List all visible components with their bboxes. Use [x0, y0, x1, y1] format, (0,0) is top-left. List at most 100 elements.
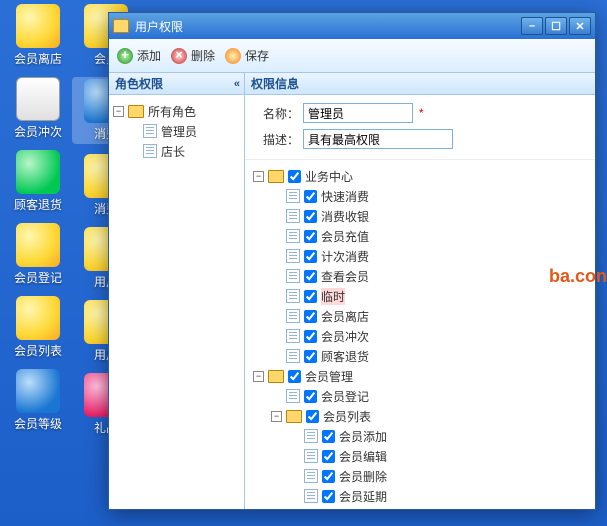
titlebar[interactable]: 用户权限 – ☐ ✕ [109, 13, 595, 39]
permissions-form: 名称： * 描述： [245, 95, 595, 160]
perm-checkbox[interactable] [288, 370, 301, 383]
collapse-icon[interactable]: « [234, 78, 238, 90]
app-icon [16, 77, 60, 121]
perm-label: 会员充值 [321, 228, 369, 245]
name-label: 名称： [255, 105, 299, 122]
perm-node[interactable]: 会员编辑 [249, 446, 591, 466]
perm-checkbox[interactable] [304, 230, 317, 243]
perm-checkbox[interactable] [288, 170, 301, 183]
perm-label: 消费收银 [321, 208, 369, 225]
perm-node[interactable]: 会员添加 [249, 426, 591, 446]
app-icon [16, 296, 60, 340]
close-button[interactable]: ✕ [569, 17, 591, 35]
perm-checkbox[interactable] [304, 250, 317, 263]
desktop-item[interactable]: 会员离店 [4, 4, 72, 67]
perm-checkbox[interactable] [304, 350, 317, 363]
folder-icon [268, 170, 284, 183]
page-icon [304, 449, 318, 463]
minus-toggle-icon[interactable]: − [253, 371, 264, 382]
perm-label: 会员添加 [339, 428, 387, 445]
app-icon [16, 150, 60, 194]
perm-node[interactable]: − 业务中心 [249, 166, 591, 186]
perm-node[interactable]: −会员列表 [249, 406, 591, 426]
minus-toggle-icon[interactable]: − [253, 171, 264, 182]
desktop-item-label: 会员冲次 [14, 123, 62, 140]
desktop-item[interactable]: 会员冲次 [4, 77, 72, 140]
perm-node[interactable]: 消费收银 [249, 206, 591, 226]
page-icon [286, 229, 300, 243]
perm-node[interactable]: 会员充值 [249, 226, 591, 246]
delete-icon [171, 48, 187, 64]
folder-icon [286, 410, 302, 423]
folder-icon [268, 370, 284, 383]
perm-label: 会员换卡 [339, 508, 387, 510]
page-icon [286, 209, 300, 223]
page-icon [304, 469, 318, 483]
perm-node[interactable]: 会员延期 [249, 486, 591, 506]
page-icon [286, 189, 300, 203]
desktop-item[interactable]: 会员登记 [4, 223, 72, 286]
perm-node[interactable]: 会员离店 [249, 306, 591, 326]
desktop-item[interactable]: 会员列表 [4, 296, 72, 359]
perm-checkbox[interactable] [304, 190, 317, 203]
roles-root-label: 所有角色 [148, 103, 196, 120]
perm-label: 查看会员 [321, 268, 369, 285]
perm-checkbox[interactable] [322, 430, 335, 443]
perm-checkbox[interactable] [304, 390, 317, 403]
name-input[interactable] [303, 103, 413, 123]
page-icon [286, 249, 300, 263]
perm-node[interactable]: 临时 [249, 286, 591, 306]
desc-input[interactable] [303, 129, 453, 149]
save-button[interactable]: 保存 [225, 47, 269, 64]
perm-checkbox[interactable] [322, 470, 335, 483]
perm-node[interactable]: 快速消费 [249, 186, 591, 206]
perm-label: 会员延期 [339, 488, 387, 505]
perm-checkbox[interactable] [304, 270, 317, 283]
window-buttons: – ☐ ✕ [521, 17, 591, 35]
permissions-panel-title: 权限信息 [251, 75, 299, 92]
desktop-item-label: 会员离店 [14, 50, 62, 67]
save-icon [225, 48, 241, 64]
perm-checkbox[interactable] [322, 450, 335, 463]
perm-label: 临时 [321, 288, 345, 305]
page-icon [286, 269, 300, 283]
perm-label: 会员删除 [339, 468, 387, 485]
perm-node[interactable]: 顾客退货 [249, 346, 591, 366]
roles-panel-header: 角色权限 « [109, 73, 244, 95]
perm-node[interactable]: 计次消费 [249, 246, 591, 266]
app-icon [16, 223, 60, 267]
perm-node[interactable]: −会员管理 [249, 366, 591, 386]
perm-checkbox[interactable] [322, 490, 335, 503]
role-node[interactable]: 店长 [113, 141, 240, 161]
role-node[interactable]: 管理员 [113, 121, 240, 141]
delete-button[interactable]: 删除 [171, 47, 215, 64]
minus-toggle-icon[interactable]: − [113, 106, 124, 117]
page-icon [286, 349, 300, 363]
folder-icon [113, 19, 129, 33]
desktop-item[interactable]: 顾客退货 [4, 150, 72, 213]
page-icon [286, 329, 300, 343]
minus-toggle-icon[interactable]: − [271, 411, 282, 422]
page-icon [286, 309, 300, 323]
perm-node[interactable]: 查看会员 [249, 266, 591, 286]
maximize-button[interactable]: ☐ [545, 17, 567, 35]
window-title: 用户权限 [135, 18, 521, 35]
desktop-item[interactable]: 会员等级 [4, 369, 72, 432]
page-icon [143, 144, 157, 158]
perm-checkbox[interactable] [304, 310, 317, 323]
add-button[interactable]: 添加 [117, 47, 161, 64]
perm-checkbox[interactable] [304, 330, 317, 343]
minimize-button[interactable]: – [521, 17, 543, 35]
perm-node[interactable]: 会员冲次 [249, 326, 591, 346]
window-body: 角色权限 « − 所有角色 管理员店长 权限信息 名称： [109, 73, 595, 509]
user-permissions-window: 用户权限 – ☐ ✕ 添加 删除 保存 角色权限 « [108, 12, 596, 510]
perm-node[interactable]: 会员删除 [249, 466, 591, 486]
perm-node[interactable]: 会员登记 [249, 386, 591, 406]
perm-label: 业务中心 [305, 168, 353, 185]
page-icon [143, 124, 157, 138]
perm-node[interactable]: 会员换卡 [249, 506, 591, 509]
perm-checkbox[interactable] [304, 290, 317, 303]
perm-checkbox[interactable] [304, 210, 317, 223]
perm-checkbox[interactable] [306, 410, 319, 423]
roles-root-node[interactable]: − 所有角色 [113, 101, 240, 121]
